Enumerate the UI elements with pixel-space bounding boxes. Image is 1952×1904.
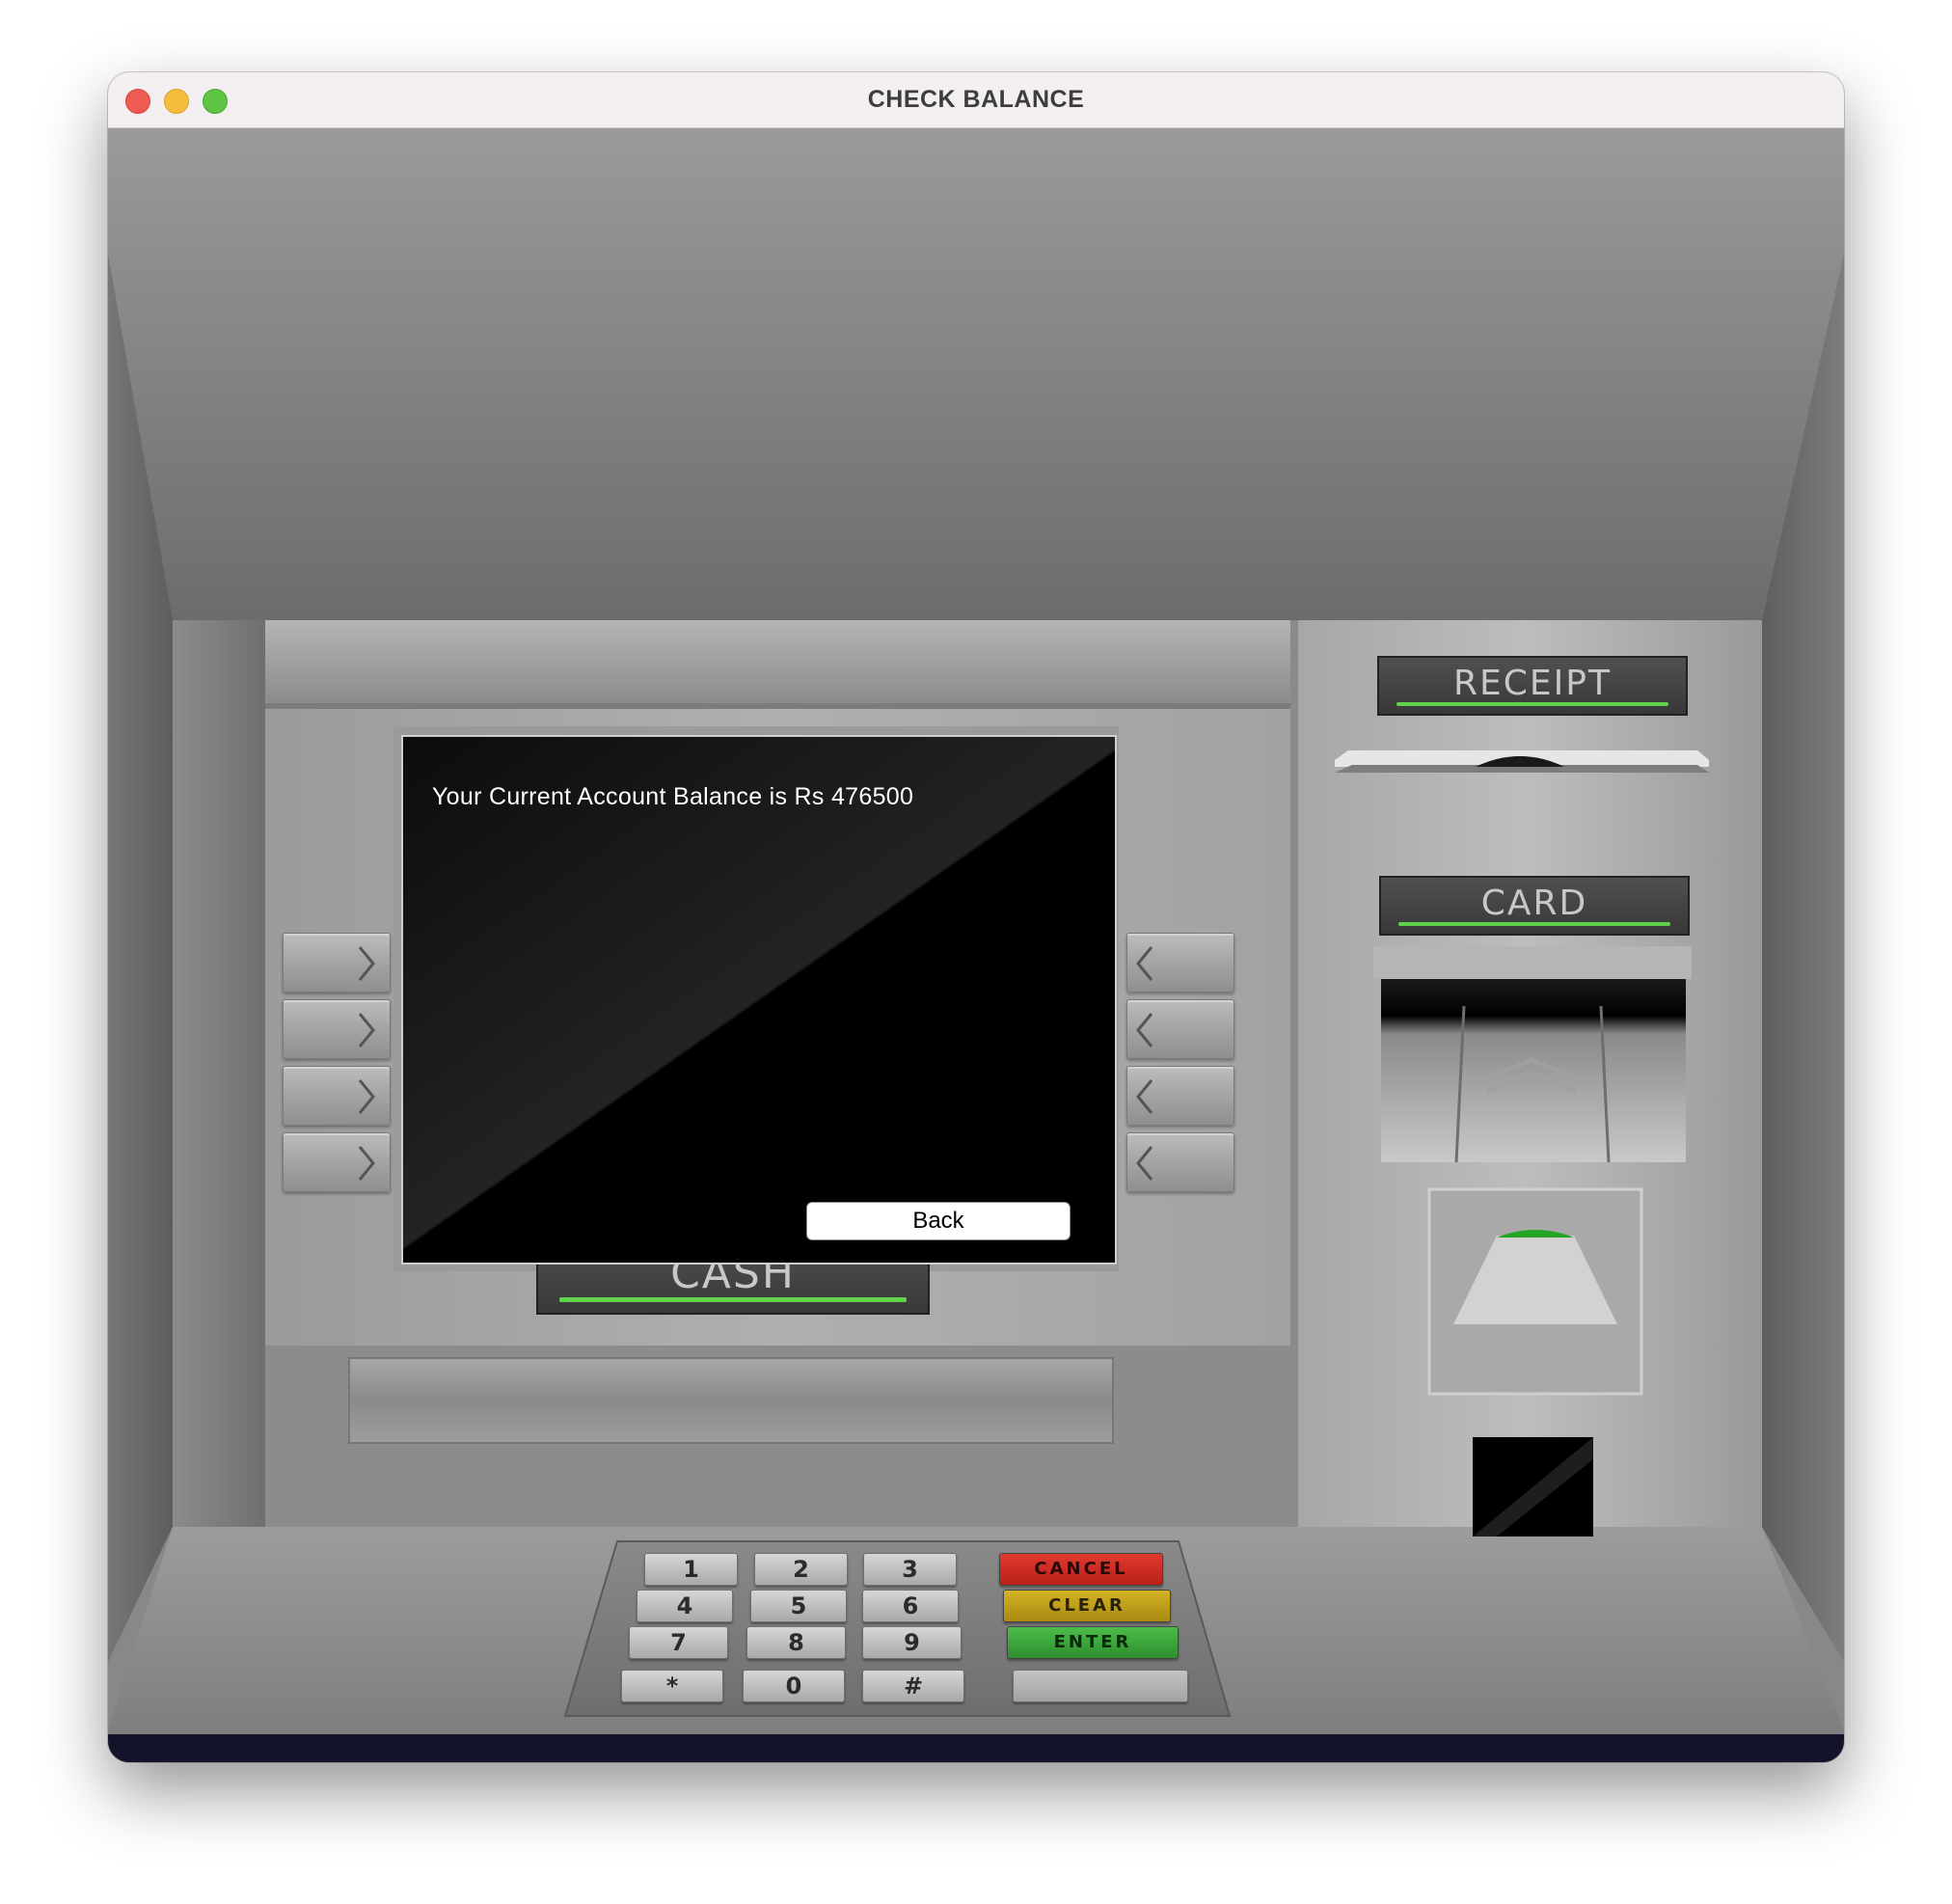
receipt-label-plate: RECEIPT (1377, 656, 1688, 716)
clear-key[interactable]: CLEAR (1003, 1590, 1171, 1622)
chevron-left-icon (1136, 946, 1153, 981)
chevron-right-icon (358, 1079, 375, 1114)
card-label: CARD (1480, 884, 1588, 923)
key-8[interactable]: 8 (746, 1626, 846, 1659)
key-2[interactable]: 2 (754, 1553, 848, 1586)
window-title: CHECK BALANCE (867, 86, 1085, 113)
card-label-plate: CARD (1379, 876, 1690, 936)
key-4[interactable]: 4 (637, 1590, 733, 1622)
right-side-button-2[interactable] (1126, 999, 1234, 1059)
key-1[interactable]: 1 (644, 1553, 738, 1586)
back-button[interactable]: Back (806, 1202, 1071, 1240)
left-side-button-1[interactable] (283, 933, 391, 993)
chevron-right-icon (358, 1146, 375, 1181)
chevron-left-icon (1136, 1013, 1153, 1047)
chevron-right-icon (358, 946, 375, 981)
card-indicator (1398, 922, 1670, 926)
key-star[interactable]: * (621, 1670, 723, 1702)
key-hash[interactable]: # (862, 1670, 964, 1702)
right-side-button-4[interactable] (1126, 1132, 1234, 1192)
key-3[interactable]: 3 (863, 1553, 957, 1586)
chevron-left-icon (1136, 1146, 1153, 1181)
left-side-button-2[interactable] (283, 999, 391, 1059)
chevron-left-icon (1136, 1079, 1153, 1114)
receipt-label: RECEIPT (1453, 664, 1612, 703)
left-side-button-3[interactable] (283, 1066, 391, 1126)
cancel-key[interactable]: CANCEL (999, 1553, 1163, 1586)
receipt-indicator (1396, 702, 1668, 706)
enter-key[interactable]: ENTER (1007, 1626, 1179, 1659)
key-6[interactable]: 6 (862, 1590, 959, 1622)
app-window: CHECK BALANCE RECEIPT CARD CASH Your Cur… (108, 72, 1844, 1762)
title-bar: CHECK BALANCE (108, 72, 1844, 128)
cash-indicator (559, 1297, 907, 1302)
left-side-button-4[interactable] (283, 1132, 391, 1192)
key-7[interactable]: 7 (629, 1626, 728, 1659)
blank-key[interactable] (1013, 1670, 1188, 1702)
key-9[interactable]: 9 (862, 1626, 962, 1659)
atm-screen: Your Current Account Balance is Rs 47650… (401, 735, 1117, 1265)
chevron-right-icon (358, 1013, 375, 1047)
balance-message: Your Current Account Balance is Rs 47650… (432, 783, 914, 810)
right-side-button-3[interactable] (1126, 1066, 1234, 1126)
atm-scene: RECEIPT CARD CASH Your Current Account B… (108, 128, 1844, 1762)
key-0[interactable]: 0 (743, 1670, 845, 1702)
key-5[interactable]: 5 (750, 1590, 847, 1622)
right-side-button-1[interactable] (1126, 933, 1234, 993)
